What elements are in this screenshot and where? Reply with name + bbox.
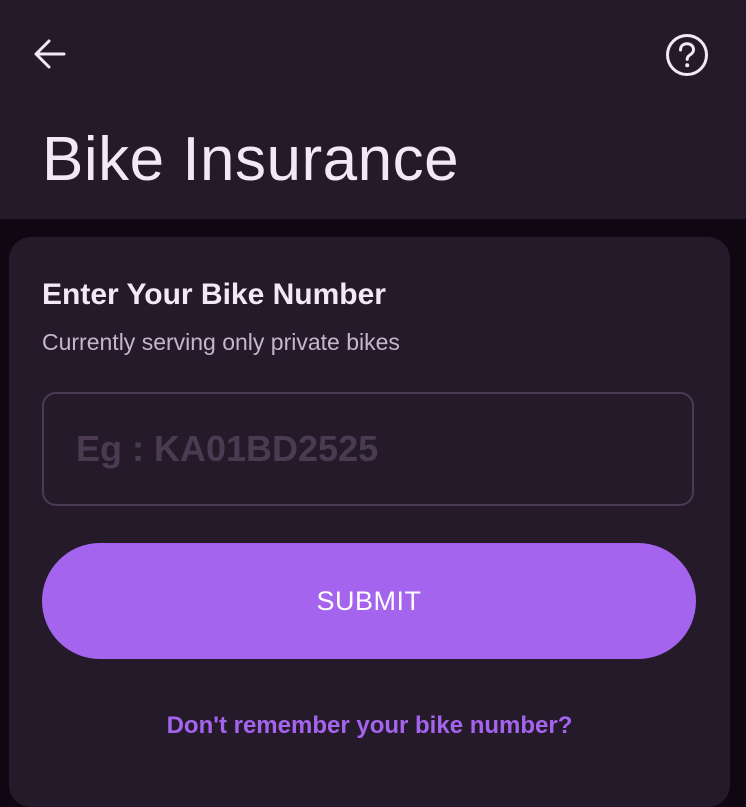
bike-number-card: Enter Your Bike Number Currently serving… <box>9 237 730 807</box>
form-subheading: Currently serving only private bikes <box>42 329 400 355</box>
bike-number-input[interactable] <box>42 392 694 506</box>
back-button[interactable] <box>26 30 74 78</box>
form-heading: Enter Your Bike Number <box>42 278 386 311</box>
help-button[interactable] <box>662 30 712 80</box>
app-header: Bike Insurance <box>0 0 746 219</box>
page-title: Bike Insurance <box>42 125 460 194</box>
submit-button[interactable]: SUBMIT <box>42 543 696 659</box>
forgot-bike-number-link[interactable]: Don't remember your bike number? <box>9 711 730 741</box>
arrow-left-icon <box>34 39 66 69</box>
question-circle-icon <box>666 34 708 76</box>
